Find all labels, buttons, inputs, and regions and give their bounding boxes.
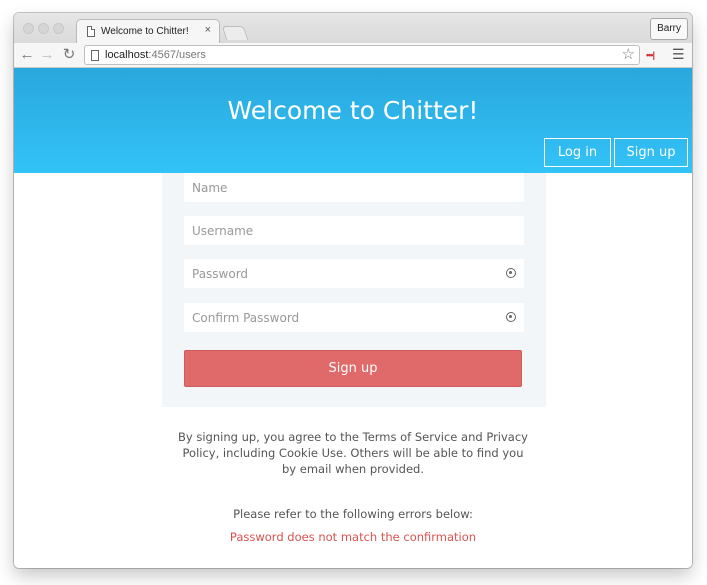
address-bar[interactable]: localhost:4567/users ☆ bbox=[84, 45, 640, 65]
browser-tab[interactable]: Welcome to Chitter! × bbox=[76, 19, 220, 44]
name-input[interactable] bbox=[184, 173, 524, 202]
password-manager-icon[interactable] bbox=[506, 268, 516, 278]
browser-toolbar: ← → ↻ localhost:4567/users ☆ •••| ☰ bbox=[14, 43, 692, 68]
url-text: localhost:4567/users bbox=[105, 49, 206, 61]
signup-submit-button[interactable]: Sign up bbox=[184, 350, 522, 387]
tab-strip: Welcome to Chitter! × Barry bbox=[14, 13, 692, 44]
forward-icon[interactable]: → bbox=[38, 45, 56, 65]
tab-title: Welcome to Chitter! bbox=[101, 26, 189, 37]
back-icon[interactable]: ← bbox=[18, 45, 36, 65]
browser-menu-icon[interactable]: ☰ bbox=[672, 46, 685, 63]
url-path: :4567/users bbox=[148, 49, 206, 61]
page-content: Welcome to Chitter! Log in Sign up Sign … bbox=[14, 68, 692, 568]
confirm-password-input[interactable] bbox=[184, 303, 524, 332]
new-tab-button[interactable] bbox=[221, 26, 249, 40]
error-message: Password does not match the confirmation bbox=[229, 530, 477, 544]
username-input[interactable] bbox=[184, 216, 524, 245]
maximize-window-button[interactable] bbox=[53, 23, 64, 34]
bookmark-star-icon[interactable]: ☆ bbox=[622, 46, 635, 64]
close-window-button[interactable] bbox=[23, 23, 34, 34]
password-manager-icon[interactable] bbox=[506, 312, 516, 322]
login-button[interactable]: Log in bbox=[544, 138, 611, 167]
extension-icon[interactable]: •••| bbox=[646, 50, 655, 60]
reload-icon[interactable]: ↻ bbox=[60, 45, 78, 65]
errors-heading: Please refer to the following errors bel… bbox=[233, 507, 473, 521]
password-field-wrapper bbox=[184, 259, 524, 288]
close-tab-icon[interactable]: × bbox=[205, 24, 211, 36]
profile-button[interactable]: Barry bbox=[650, 18, 688, 40]
terms-text: By signing up, you agree to the Terms of… bbox=[178, 430, 528, 476]
name-field-wrapper bbox=[184, 173, 524, 202]
site-header: Welcome to Chitter! Log in Sign up bbox=[14, 68, 692, 173]
confirm-field-wrapper bbox=[184, 303, 524, 332]
url-host: localhost bbox=[105, 49, 149, 61]
site-title: Welcome to Chitter! bbox=[227, 96, 479, 125]
username-field-wrapper bbox=[184, 216, 524, 245]
page-icon bbox=[91, 50, 99, 61]
header-signup-button[interactable]: Sign up bbox=[614, 138, 688, 167]
password-input[interactable] bbox=[184, 259, 524, 288]
browser-window: Welcome to Chitter! × Barry ← → ↻ localh… bbox=[14, 13, 692, 568]
page-icon bbox=[87, 26, 95, 37]
signup-form: Sign up bbox=[162, 173, 546, 407]
minimize-window-button[interactable] bbox=[38, 23, 49, 34]
